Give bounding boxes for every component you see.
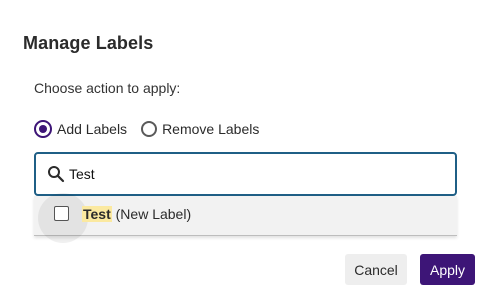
action-prompt: Choose action to apply: bbox=[34, 80, 181, 96]
label-search-field[interactable] bbox=[34, 152, 457, 196]
dialog-title: Manage Labels bbox=[23, 33, 154, 53]
label-suggestions-dropdown: Test (New Label) bbox=[34, 193, 457, 243]
action-radio-group: Add Labels Remove Labels bbox=[34, 118, 273, 140]
remove-labels-radio[interactable]: Remove Labels bbox=[141, 121, 259, 137]
new-label-option[interactable]: Test (New Label) bbox=[34, 193, 457, 243]
label-search-input[interactable] bbox=[69, 166, 429, 182]
add-labels-radio[interactable]: Add Labels bbox=[34, 120, 127, 138]
match-highlight: Test bbox=[82, 206, 112, 222]
apply-button[interactable]: Apply bbox=[420, 254, 475, 285]
radio-unchecked-icon bbox=[141, 121, 158, 137]
remove-labels-label: Remove Labels bbox=[162, 121, 260, 137]
search-icon bbox=[45, 163, 67, 185]
cancel-button[interactable]: Cancel bbox=[345, 254, 407, 285]
new-label-text: Test (New Label) bbox=[82, 206, 191, 222]
new-label-suffix: (New Label) bbox=[111, 206, 192, 222]
add-labels-label: Add Labels bbox=[57, 121, 128, 137]
new-label-checkbox[interactable] bbox=[54, 206, 69, 221]
manage-labels-dialog: Manage Labels Choose action to apply: Ad… bbox=[0, 0, 498, 301]
radio-checked-icon bbox=[34, 120, 52, 138]
